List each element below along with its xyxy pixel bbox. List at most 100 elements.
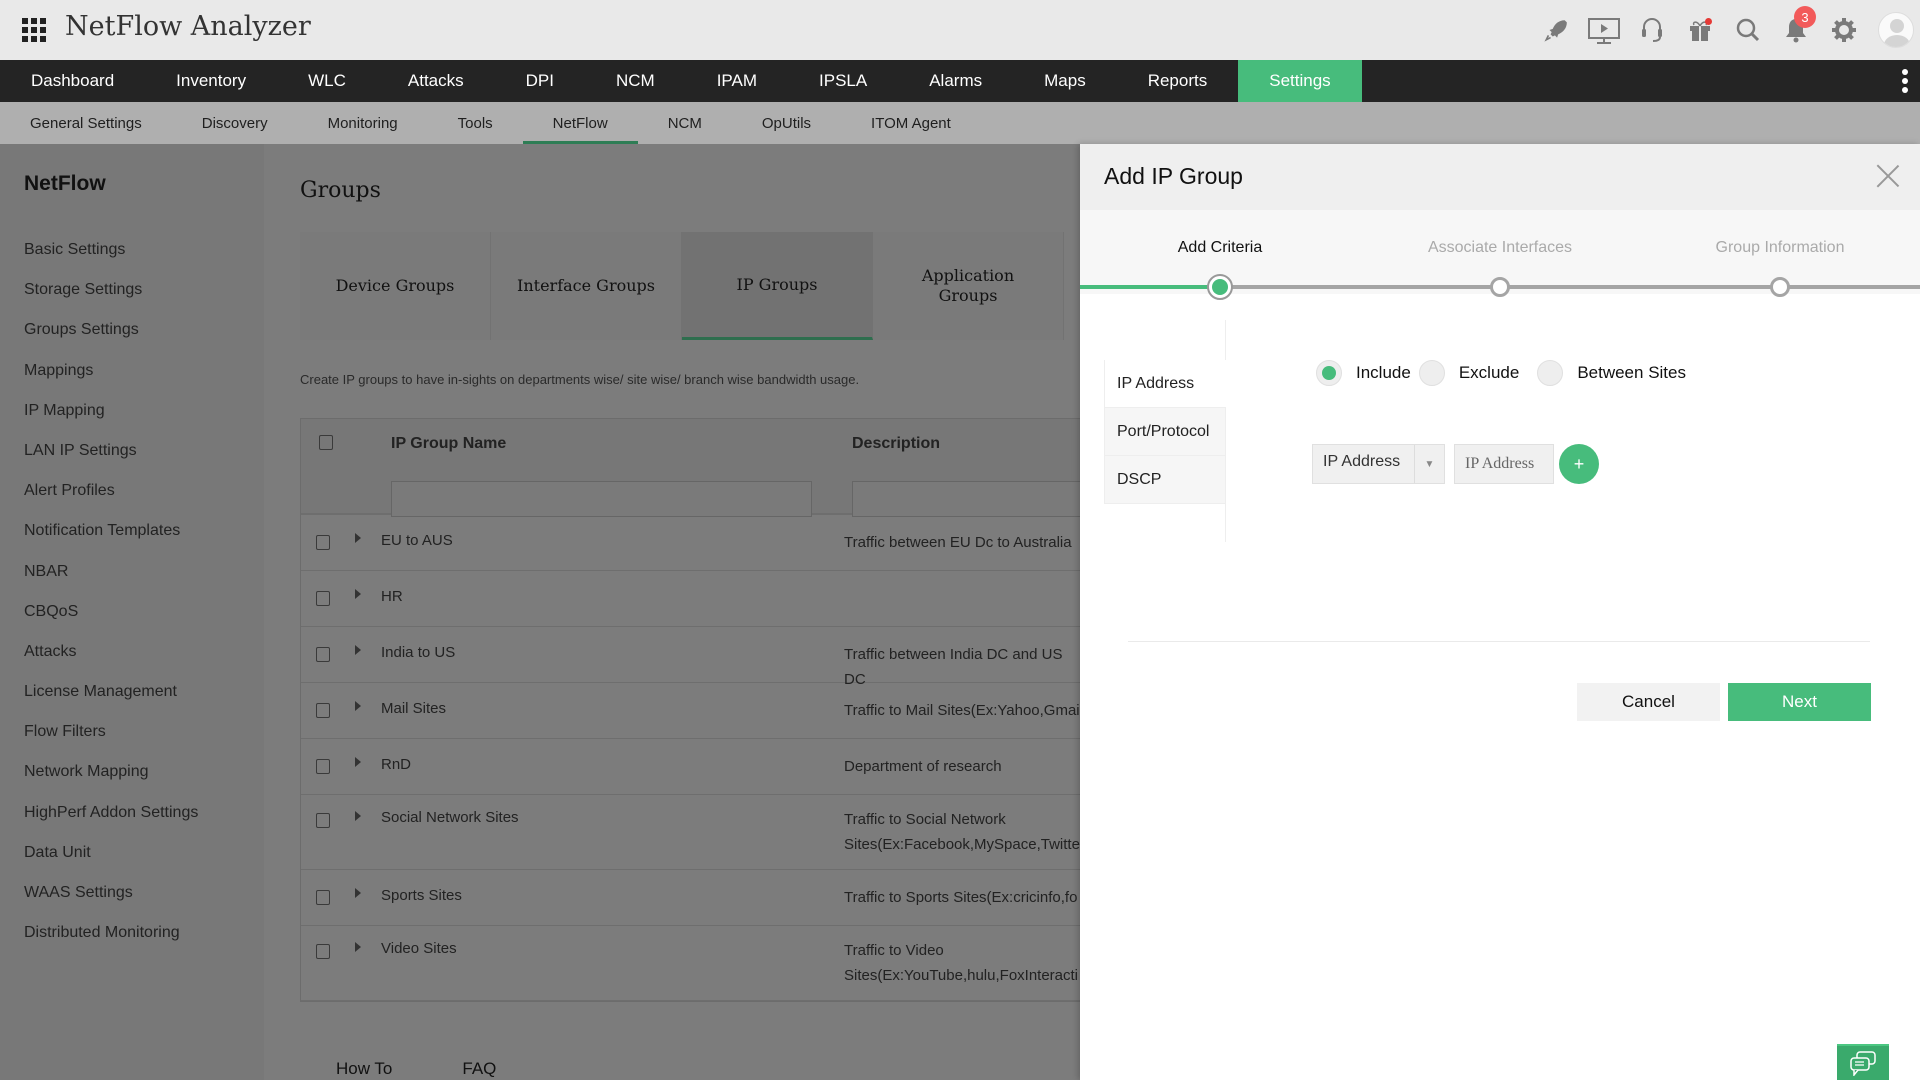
nav-dpi[interactable]: DPI [495,60,585,102]
criteria-tab-port-protocol[interactable]: Port/Protocol [1104,408,1226,456]
sidebar-item-ip-mapping[interactable]: IP Mapping [24,391,198,431]
row-group-name[interactable]: HR [381,588,403,605]
table-row[interactable]: RnD Department of research [301,739,1089,795]
row-checkbox[interactable] [316,535,330,550]
subnav-general-settings[interactable]: General Settings [0,102,172,144]
row-group-name[interactable]: EU to AUS [381,532,453,549]
sidebar-item-license-management[interactable]: License Management [24,672,198,712]
radio-include[interactable] [1316,360,1342,386]
subnav-itom-agent[interactable]: ITOM Agent [841,102,981,144]
sidebar-item-flow-filters[interactable]: Flow Filters [24,712,198,752]
nav-maps[interactable]: Maps [1013,60,1117,102]
add-criteria-button[interactable]: + [1559,444,1599,484]
row-checkbox[interactable] [316,647,330,662]
table-row[interactable]: HR [301,571,1089,627]
search-icon[interactable] [1724,0,1772,60]
row-group-name[interactable]: RnD [381,756,411,773]
column-description[interactable]: Description [852,435,940,453]
row-checkbox[interactable] [316,591,330,606]
row-checkbox[interactable] [316,944,330,959]
sidebar-item-basic-settings[interactable]: Basic Settings [24,230,198,270]
column-ip-group-name[interactable]: IP Group Name [391,435,506,453]
table-row[interactable]: Video Sites Traffic to Video Sites(Ex:You… [301,926,1089,1001]
select-all-checkbox[interactable] [319,435,333,450]
app-grid-icon[interactable] [22,18,46,42]
chat-button[interactable] [1837,1044,1889,1080]
faq-link[interactable]: FAQ [462,1059,496,1079]
expand-caret-icon[interactable] [355,811,361,821]
table-row[interactable]: Social Network Sites Traffic to Social Ne… [301,795,1089,870]
row-group-name[interactable]: Sports Sites [381,887,462,904]
subnav-tools[interactable]: Tools [428,102,523,144]
nav-reports[interactable]: Reports [1117,60,1239,102]
nav-ncm[interactable]: NCM [585,60,686,102]
expand-caret-icon[interactable] [355,645,361,655]
headset-icon[interactable] [1628,0,1676,60]
row-checkbox[interactable] [316,759,330,774]
nav-dashboard[interactable]: Dashboard [0,60,145,102]
close-icon[interactable] [1876,164,1900,188]
gift-icon[interactable] [1676,0,1724,60]
nav-ipam[interactable]: IPAM [686,60,788,102]
sidebar-item-groups-settings[interactable]: Groups Settings [24,310,198,350]
row-group-name[interactable]: India to US [381,644,455,661]
sidebar-item-nbar[interactable]: NBAR [24,552,198,592]
table-row[interactable]: Mail Sites Traffic to Mail Sites(Ex:Yahoo… [301,683,1089,739]
tab-ip-groups[interactable]: IP Groups [682,232,873,340]
sidebar-item-distributed-monitoring[interactable]: Distributed Monitoring [24,913,198,953]
name-filter-input[interactable] [391,481,812,517]
ip-type-select[interactable]: IP Address ▼ [1312,444,1445,484]
more-menu-icon[interactable] [1902,69,1908,93]
cancel-button[interactable]: Cancel [1577,683,1720,721]
how-to-link[interactable]: How To [336,1059,392,1079]
gear-icon[interactable] [1820,0,1868,60]
sidebar-item-data-unit[interactable]: Data Unit [24,833,198,873]
criteria-tab-ip-address[interactable]: IP Address [1104,360,1226,408]
expand-caret-icon[interactable] [355,533,361,543]
user-avatar[interactable] [1878,12,1914,48]
subnav-oputils[interactable]: OpUtils [732,102,841,144]
table-row[interactable]: India to US Traffic between India DC and … [301,627,1089,688]
nav-ipsla[interactable]: IPSLA [788,60,898,102]
tab-interface-groups[interactable]: Interface Groups [491,232,682,340]
presentation-icon[interactable] [1580,0,1628,60]
criteria-tab-dscp[interactable]: DSCP [1104,456,1226,504]
sidebar-item-mappings[interactable]: Mappings [24,351,198,391]
sidebar-item-storage-settings[interactable]: Storage Settings [24,270,198,310]
radio-exclude[interactable] [1418,360,1445,386]
sidebar-item-cbqos[interactable]: CBQoS [24,592,198,632]
expand-caret-icon[interactable] [355,701,361,711]
row-group-name[interactable]: Video Sites [381,940,457,957]
row-checkbox[interactable] [316,813,330,828]
sidebar-item-waas-settings[interactable]: WAAS Settings [24,873,198,913]
row-checkbox[interactable] [316,703,330,718]
next-button[interactable]: Next [1728,683,1871,721]
nav-settings[interactable]: Settings [1238,60,1362,102]
bell-icon[interactable]: 3 [1772,0,1820,60]
nav-alarms[interactable]: Alarms [898,60,1013,102]
expand-caret-icon[interactable] [355,589,361,599]
nav-attacks[interactable]: Attacks [377,60,495,102]
radio-between-sites[interactable] [1537,360,1564,386]
rocket-icon[interactable] [1532,0,1580,60]
table-row[interactable]: Sports Sites Traffic to Sports Sites(Ex:c… [301,870,1089,926]
description-filter-input[interactable] [852,481,1092,517]
sidebar-item-alert-profiles[interactable]: Alert Profiles [24,471,198,511]
sidebar-item-highperf-addon-settings[interactable]: HighPerf Addon Settings [24,793,198,833]
subnav-monitoring[interactable]: Monitoring [298,102,428,144]
ip-address-input[interactable] [1454,444,1554,484]
subnav-netflow[interactable]: NetFlow [522,102,638,144]
sidebar-item-network-mapping[interactable]: Network Mapping [24,752,198,792]
nav-inventory[interactable]: Inventory [145,60,277,102]
tab-application-groups[interactable]: Application Groups [873,232,1064,340]
expand-caret-icon[interactable] [355,757,361,767]
row-group-name[interactable]: Mail Sites [381,700,446,717]
nav-wlc[interactable]: WLC [277,60,377,102]
subnav-ncm[interactable]: NCM [638,102,732,144]
expand-caret-icon[interactable] [355,942,361,952]
sidebar-item-attacks[interactable]: Attacks [24,632,198,672]
subnav-discovery[interactable]: Discovery [172,102,298,144]
row-group-name[interactable]: Social Network Sites [381,809,519,826]
table-row[interactable]: EU to AUS Traffic between EU Dc to Austra… [301,515,1089,571]
expand-caret-icon[interactable] [355,888,361,898]
